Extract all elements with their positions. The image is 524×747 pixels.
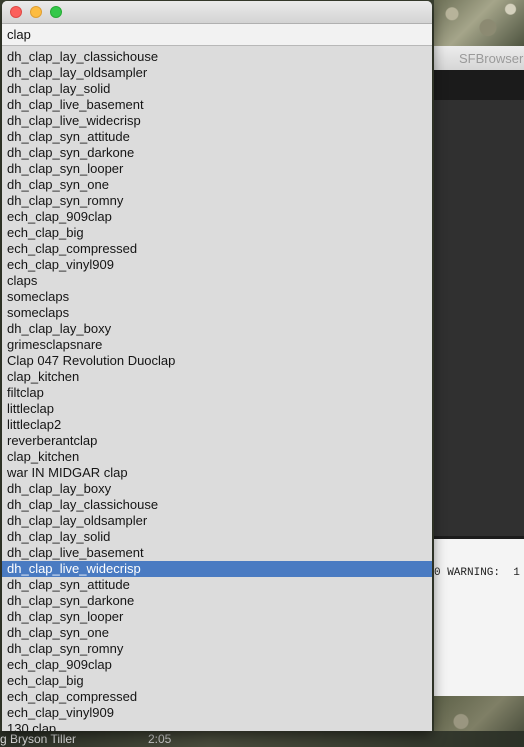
close-window-button[interactable] <box>10 6 22 18</box>
result-item[interactable]: ech_clap_big <box>2 673 432 689</box>
result-item[interactable]: dh_clap_lay_oldsampler <box>2 65 432 81</box>
code-editor-area[interactable] <box>434 100 524 536</box>
post-window-console[interactable]: 0 WARNING: 1 <box>434 536 524 699</box>
result-item[interactable]: dh_clap_syn_attitude <box>2 577 432 593</box>
popup-titlebar[interactable] <box>2 1 432 24</box>
result-item[interactable]: dh_clap_syn_darkone <box>2 145 432 161</box>
result-item[interactable]: dh_clap_syn_darkone <box>2 593 432 609</box>
result-item[interactable]: ech_clap_909clap <box>2 209 432 225</box>
result-item[interactable]: dh_clap_lay_oldsampler <box>2 513 432 529</box>
result-item[interactable]: dh_clap_syn_romny <box>2 193 432 209</box>
result-item[interactable]: dh_clap_lay_boxy <box>2 321 432 337</box>
sfbrowser-toolbar <box>434 70 524 100</box>
result-item[interactable]: dh_clap_syn_looper <box>2 161 432 177</box>
result-item[interactable]: ech_clap_909clap <box>2 657 432 673</box>
sfbrowser-title: SFBrowser <box>459 51 524 66</box>
result-item[interactable]: dh_clap_syn_one <box>2 177 432 193</box>
sfbrowser-titlebar[interactable]: SFBrowser <box>434 46 524 71</box>
result-item[interactable]: dh_clap_syn_one <box>2 625 432 641</box>
result-item[interactable]: ech_clap_big <box>2 225 432 241</box>
result-item[interactable]: dh_clap_lay_classichouse <box>2 497 432 513</box>
result-item[interactable]: clap_kitchen <box>2 369 432 385</box>
result-item[interactable]: Clap 047 Revolution Duoclap <box>2 353 432 369</box>
console-text: 0 WARNING: 1 <box>434 567 520 579</box>
search-results-list[interactable]: dh_clap_lay_classichouse dh_clap_lay_olds… <box>2 49 432 731</box>
result-item[interactable]: ech_clap_compressed <box>2 241 432 257</box>
now-playing-bar: g Bryson Tiller 2:05 <box>0 731 524 747</box>
result-item[interactable]: dh_clap_lay_solid <box>2 81 432 97</box>
result-item[interactable]: war IN MIDGAR clap <box>2 465 432 481</box>
result-item[interactable]: dh_clap_syn_romny <box>2 641 432 657</box>
now-playing-time: 2:05 <box>148 732 172 746</box>
result-item[interactable]: dh_clap_live_widecrisp <box>2 113 432 129</box>
result-item[interactable]: ech_clap_compressed <box>2 689 432 705</box>
result-item[interactable]: dh_clap_lay_solid <box>2 529 432 545</box>
result-item[interactable]: someclaps <box>2 289 432 305</box>
result-item[interactable]: claps <box>2 273 432 289</box>
sample-search-popup: dh_clap_lay_classichousedh_clap_lay_olds… <box>2 1 432 731</box>
result-item[interactable]: 130 clap <box>2 721 432 731</box>
now-playing-artist: g Bryson Tiller <box>0 732 77 746</box>
result-item[interactable]: dh_clap_lay_classichouse <box>2 49 432 65</box>
result-item[interactable]: dh_clap_syn_attitude <box>2 129 432 145</box>
sfbrowser-window[interactable]: SFBrowser 0 WARNING: 1 <box>434 46 524 699</box>
result-item[interactable]: filtclap <box>2 385 432 401</box>
search-input[interactable] <box>2 24 432 46</box>
desktop-wallpaper-top <box>434 0 524 46</box>
result-item[interactable]: dh_clap_syn_looper <box>2 609 432 625</box>
minimize-window-button[interactable] <box>30 6 42 18</box>
result-item[interactable]: reverberantclap <box>2 433 432 449</box>
result-item[interactable]: dh_clap_live_basement <box>2 97 432 113</box>
result-item[interactable]: dh_clap_live_widecrisp <box>2 561 432 577</box>
result-item[interactable]: ech_clap_vinyl909 <box>2 705 432 721</box>
result-item[interactable]: littleclap2 <box>2 417 432 433</box>
result-item[interactable]: clap_kitchen <box>2 449 432 465</box>
result-item[interactable]: ech_clap_vinyl909 <box>2 257 432 273</box>
zoom-window-button[interactable] <box>50 6 62 18</box>
result-item[interactable]: someclaps <box>2 305 432 321</box>
result-item[interactable]: dh_clap_lay_boxy <box>2 481 432 497</box>
result-item[interactable]: dh_clap_live_basement <box>2 545 432 561</box>
result-item[interactable]: grimesclapsnare <box>2 337 432 353</box>
result-item[interactable]: littleclap <box>2 401 432 417</box>
